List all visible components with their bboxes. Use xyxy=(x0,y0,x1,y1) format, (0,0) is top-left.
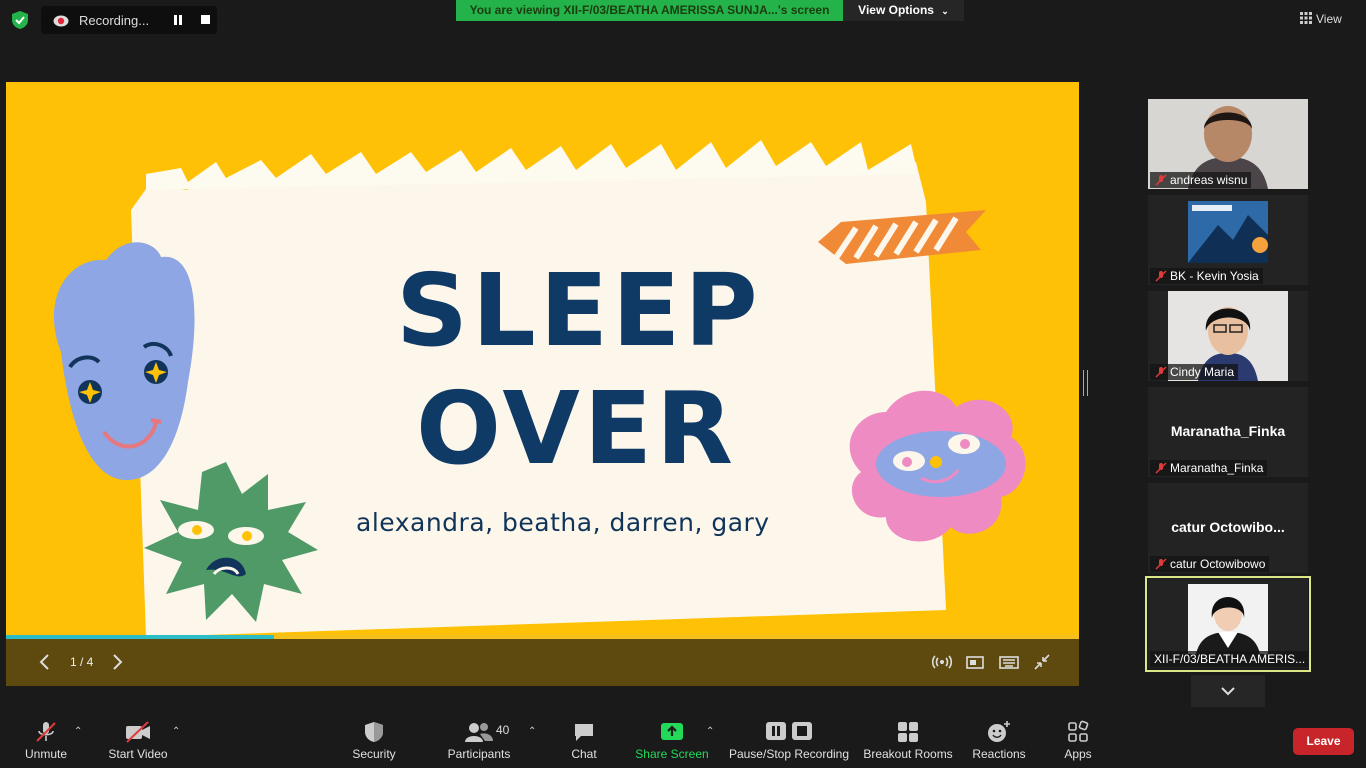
broadcast-icon[interactable] xyxy=(931,651,953,673)
stop-recording-icon[interactable] xyxy=(201,15,210,24)
security-button[interactable]: Security xyxy=(345,720,403,761)
security-label: Security xyxy=(352,747,396,761)
participants-count: 40 xyxy=(496,723,510,737)
share-options-caret[interactable]: ⌃ xyxy=(706,726,714,737)
next-slide-icon[interactable] xyxy=(106,651,128,673)
participant-tile[interactable]: Maranatha_Finka Maranatha_Finka xyxy=(1148,387,1308,477)
participant-tile[interactable]: BK - Kevin Yosia xyxy=(1148,195,1308,285)
muted-mic-icon xyxy=(1155,462,1167,474)
scroll-participants-down-button[interactable] xyxy=(1191,675,1265,707)
audio-options-caret[interactable]: ⌃ xyxy=(74,726,82,737)
slide-counter: 1 / 4 xyxy=(70,655,94,669)
share-screen-icon xyxy=(661,723,683,740)
start-video-button[interactable]: Start Video xyxy=(104,720,172,761)
muted-mic-icon xyxy=(1155,366,1167,378)
participant-tile[interactable]: Cindy Maria xyxy=(1148,291,1308,381)
recording-indicator: Recording... xyxy=(41,6,217,34)
apps-icon xyxy=(1068,720,1089,742)
slide-title-line2: OVER xyxy=(416,370,738,487)
pause-stop-icon xyxy=(766,722,812,740)
exit-fullscreen-icon[interactable] xyxy=(1031,651,1053,673)
chevron-down-icon: ⌄ xyxy=(941,6,949,16)
start-video-label: Start Video xyxy=(108,747,168,761)
slide-controls-bar: 1 / 4 xyxy=(6,639,1079,686)
recording-label: Recording... xyxy=(79,13,150,28)
participant-name-label: BK - Kevin Yosia xyxy=(1150,268,1263,284)
participant-display-name: Maranatha_Finka xyxy=(1170,423,1286,439)
shared-slide: SLEEP OVER alexandra, beatha, darren, ga… xyxy=(6,82,1079,638)
pause-stop-recording-button[interactable]: Pause/Stop Recording xyxy=(728,720,850,761)
muted-mic-icon xyxy=(1155,558,1167,570)
view-options-label: View Options xyxy=(858,3,934,17)
participant-tile[interactable]: andreas wisnu xyxy=(1148,99,1308,189)
previous-slide-icon[interactable] xyxy=(34,651,56,673)
view-options-button[interactable]: View Options ⌄ xyxy=(843,0,964,21)
slide-authors: alexandra, beatha, darren, gary xyxy=(356,508,770,537)
view-button[interactable]: View xyxy=(1300,8,1358,30)
participant-name-label: andreas wisnu xyxy=(1150,172,1252,188)
share-screen-button[interactable]: Share Screen xyxy=(634,720,710,761)
participants-icon xyxy=(465,723,493,742)
video-off-icon xyxy=(126,721,150,743)
participant-tile[interactable]: catur Octowibo... catur Octowibowo xyxy=(1148,483,1308,573)
participant-display-name: catur Octowibo... xyxy=(1171,519,1285,535)
pause-stop-recording-label: Pause/Stop Recording xyxy=(728,747,850,761)
muted-mic-icon xyxy=(1155,174,1167,186)
reactions-button[interactable]: Reactions xyxy=(970,720,1028,761)
view-label: View xyxy=(1316,12,1342,26)
security-shield-icon[interactable] xyxy=(10,10,30,30)
participants-label: Participants xyxy=(447,747,511,761)
active-speaker-border xyxy=(1145,576,1311,672)
breakout-rooms-icon xyxy=(898,722,918,742)
chat-button[interactable]: Chat xyxy=(565,720,603,761)
slide-title-line1: SLEEP xyxy=(396,252,762,369)
pip-icon[interactable] xyxy=(964,651,986,673)
participants-options-caret[interactable]: ⌃ xyxy=(528,726,536,737)
shield-icon xyxy=(365,722,383,742)
video-options-caret[interactable]: ⌃ xyxy=(172,726,180,737)
recording-cloud-icon xyxy=(53,15,69,27)
muted-mic-icon xyxy=(36,722,56,742)
participant-name-label: Cindy Maria xyxy=(1150,364,1239,380)
reactions-label: Reactions xyxy=(972,747,1026,761)
unmute-button[interactable]: Unmute xyxy=(20,720,72,761)
chevron-down-icon xyxy=(1221,687,1235,696)
chat-label: Chat xyxy=(571,747,597,761)
breakout-rooms-label: Breakout Rooms xyxy=(863,747,953,761)
apps-button[interactable]: Apps xyxy=(1058,720,1098,761)
participant-name-label: catur Octowibowo xyxy=(1150,556,1270,572)
apps-label: Apps xyxy=(1064,747,1092,761)
muted-mic-icon xyxy=(1155,270,1167,282)
reactions-icon xyxy=(988,721,1010,742)
share-screen-label: Share Screen xyxy=(635,747,709,761)
splitter-handle[interactable] xyxy=(1083,370,1088,396)
grid-view-icon xyxy=(1300,12,1312,24)
pause-recording-icon[interactable] xyxy=(172,14,184,26)
breakout-rooms-button[interactable]: Breakout Rooms xyxy=(862,720,954,761)
viewing-screen-banner: You are viewing XII-F/03/BEATHA AMERISSA… xyxy=(456,0,843,21)
keyboard-icon[interactable] xyxy=(998,651,1020,673)
participant-name-label: Maranatha_Finka xyxy=(1150,460,1268,476)
leave-button[interactable]: Leave xyxy=(1293,728,1354,755)
chat-icon xyxy=(575,724,593,741)
unmute-label: Unmute xyxy=(24,747,68,761)
